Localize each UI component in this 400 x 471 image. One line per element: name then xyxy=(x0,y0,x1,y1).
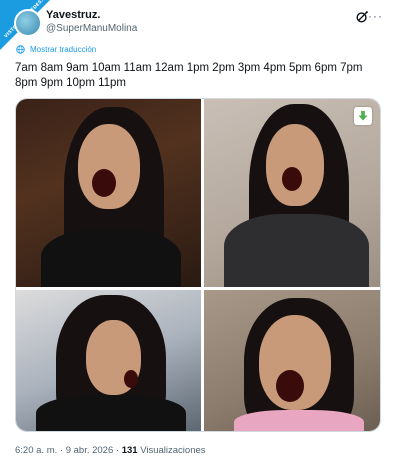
display-name[interactable]: Yavestruz. xyxy=(46,8,137,22)
views-count: 131 xyxy=(121,445,138,456)
tweet-card: VISTOENLASREDES.COM Yavestruz. @SuperMan… xyxy=(0,0,400,471)
media-grid[interactable] xyxy=(15,98,381,432)
media-image-1[interactable] xyxy=(16,99,201,287)
download-icon xyxy=(358,111,368,121)
download-button[interactable] xyxy=(354,107,372,125)
more-icon[interactable]: ··· xyxy=(368,9,383,23)
tweet-meta: 6:20 a. m. · 9 abr. 2026 · 131 Visualiza… xyxy=(15,445,206,456)
meta-separator: · xyxy=(57,445,66,456)
media-image-2[interactable] xyxy=(204,99,380,287)
views-label: Visualizaciones xyxy=(140,445,206,456)
tweet-date[interactable]: 9 abr. 2026 xyxy=(66,445,114,456)
tweet-time[interactable]: 6:20 a. m. xyxy=(15,445,57,456)
tweet-header: Yavestruz. @SuperManuMolina xyxy=(46,8,137,36)
user-handle[interactable]: @SuperManuMolina xyxy=(46,22,137,36)
globe-icon xyxy=(16,45,25,54)
media-image-4[interactable] xyxy=(204,290,380,431)
grok-icon[interactable] xyxy=(355,10,369,24)
avatar[interactable] xyxy=(14,9,42,37)
meta-separator: · xyxy=(113,445,122,456)
tweet-text: 7am 8am 9am 10am 11am 12am 1pm 2pm 3pm 4… xyxy=(15,62,363,89)
media-image-3[interactable] xyxy=(16,290,201,431)
show-translation-label: Mostrar traducción xyxy=(30,45,97,54)
show-translation-link[interactable]: Mostrar traducción xyxy=(16,45,96,54)
